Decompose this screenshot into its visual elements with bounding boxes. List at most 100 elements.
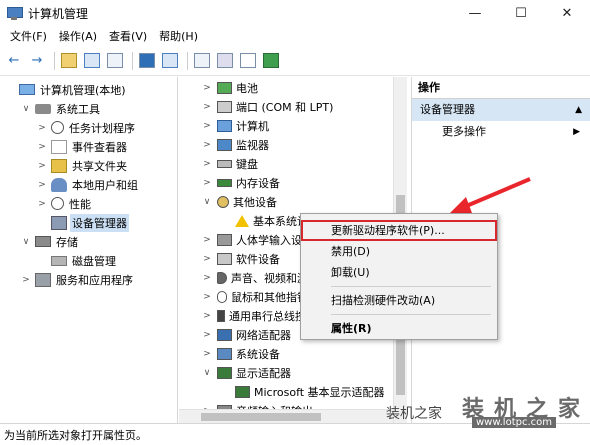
maximize-button[interactable]: ☐ — [498, 0, 544, 26]
horizontal-scrollbar[interactable] — [179, 409, 393, 423]
context-menu-item[interactable]: 更新驱动程序软件(P)... — [301, 220, 497, 241]
device-label: 监视器 — [236, 139, 269, 152]
uninstall-device-icon[interactable] — [238, 51, 258, 71]
back-arrow-icon[interactable]: ← — [4, 51, 24, 71]
display-device-icon — [217, 367, 232, 379]
expand-toggle-icon[interactable]: > — [201, 178, 213, 188]
tree-item-label: 磁盘管理 — [72, 254, 116, 268]
expand-toggle-icon[interactable]: > — [36, 161, 48, 171]
device-category-row[interactable]: > 系统设备 — [201, 344, 280, 364]
other-device-icon — [217, 196, 229, 208]
collapse-arrow-icon[interactable]: ▲ — [575, 99, 582, 121]
expand-toggle-icon[interactable]: ∨ — [201, 197, 213, 207]
computer-management-icon — [6, 5, 23, 21]
more-actions-item[interactable]: 更多操作 ▶ — [412, 121, 590, 143]
expand-toggle-icon[interactable]: > — [201, 330, 213, 340]
window-title: 计算机管理 — [28, 6, 89, 21]
device-category-row[interactable]: > 端口 (COM 和 LPT) — [201, 97, 333, 117]
up-folder-icon[interactable] — [59, 51, 79, 71]
context-menu-item[interactable]: 属性(R) — [301, 318, 497, 339]
menu-separator — [331, 286, 491, 287]
expand-toggle-icon[interactable]: ∨ — [201, 368, 213, 378]
actions-section-device-manager[interactable]: 设备管理器 ▲ — [412, 99, 590, 121]
clock-icon — [51, 121, 64, 134]
tree-item[interactable]: > 任务计划程序 — [36, 118, 137, 137]
expand-toggle-icon[interactable]: > — [36, 123, 48, 133]
perf-icon — [51, 197, 64, 210]
tree-item-label: 存储 — [56, 235, 78, 249]
expand-toggle-icon[interactable]: ∨ — [20, 237, 32, 247]
forward-arrow-icon[interactable]: → — [27, 51, 47, 71]
expand-toggle-icon[interactable]: > — [20, 275, 32, 285]
expand-toggle-icon[interactable]: > — [201, 83, 213, 93]
expand-toggle-icon[interactable]: > — [201, 235, 213, 245]
tree-item[interactable]: 磁盘管理 — [36, 251, 118, 270]
menu-action[interactable]: 操作(A) — [53, 28, 103, 44]
display-device-icon — [235, 386, 250, 398]
export-list-icon[interactable] — [105, 51, 125, 71]
tree-item[interactable]: 设备管理器 — [36, 213, 129, 232]
expand-toggle-icon[interactable]: > — [201, 273, 213, 283]
expand-toggle-icon[interactable]: > — [36, 142, 48, 152]
tree-item[interactable]: > 本地用户和组 — [36, 175, 140, 194]
sw-device-icon — [217, 253, 232, 265]
users-icon — [51, 177, 67, 192]
update-driver-icon[interactable] — [261, 51, 281, 71]
device-category-row[interactable]: > 软件设备 — [201, 249, 280, 269]
expand-toggle-icon[interactable]: > — [201, 121, 213, 131]
title-bar: 计算机管理 — ☐ ✕ — [0, 0, 590, 26]
disable-device-icon[interactable] — [215, 51, 235, 71]
device-label: 显示适配器 — [236, 367, 291, 380]
context-menu-item[interactable]: 卸载(U) — [301, 262, 497, 283]
minimize-button[interactable]: — — [452, 0, 498, 26]
device-category-row[interactable]: > 内存设备 — [201, 173, 280, 193]
show-hide-tree-icon[interactable] — [82, 51, 102, 71]
log-icon — [51, 139, 67, 154]
menu-file[interactable]: 文件(F) — [4, 28, 53, 44]
device-category-row[interactable]: ∨ 其他设备 — [201, 192, 277, 212]
expand-toggle-icon[interactable]: > — [36, 199, 48, 209]
expand-toggle-icon[interactable]: ∨ — [20, 104, 32, 114]
help-icon[interactable] — [137, 51, 157, 71]
device-category-row[interactable]: > 网络适配器 — [201, 325, 291, 345]
actions-header: 操作 — [412, 77, 590, 99]
monitor-icon — [19, 84, 35, 95]
close-button[interactable]: ✕ — [544, 0, 590, 26]
expand-toggle-icon[interactable]: > — [201, 311, 213, 321]
tree-item[interactable]: ∨ 系统工具 — [20, 99, 102, 118]
menu-view[interactable]: 查看(V) — [103, 28, 153, 44]
tree-item[interactable]: ∨ 存储 — [20, 232, 80, 251]
expand-toggle-icon[interactable]: > — [201, 292, 213, 302]
menu-separator — [331, 314, 491, 315]
tree-item[interactable]: > 服务和应用程序 — [20, 270, 135, 289]
device-category-row[interactable]: Microsoft 基本显示适配器 — [219, 382, 385, 402]
device-category-row[interactable]: > 计算机 — [201, 116, 269, 136]
expand-toggle-icon[interactable]: > — [201, 102, 213, 112]
hscrollbar-thumb[interactable] — [201, 413, 321, 421]
tree-item[interactable]: > 事件查看器 — [36, 137, 129, 156]
context-menu-item[interactable]: 禁用(D) — [301, 241, 497, 262]
tree-item-label: 设备管理器 — [70, 213, 129, 232]
tree-item-label: 共享文件夹 — [72, 159, 127, 173]
context-menu-item[interactable]: 扫描检测硬件改动(A) — [301, 290, 497, 311]
device-category-row[interactable]: ∨ 显示适配器 — [201, 363, 291, 383]
device-label: 软件设备 — [236, 253, 280, 266]
scan-hardware-icon[interactable] — [192, 51, 212, 71]
tree-item[interactable]: > 共享文件夹 — [36, 156, 129, 175]
computer-device-icon — [217, 120, 232, 132]
expand-toggle-icon[interactable]: > — [201, 159, 213, 169]
menu-help[interactable]: 帮助(H) — [153, 28, 204, 44]
tree-item[interactable]: 计算机管理(本地) — [4, 80, 128, 99]
status-text: 为当前所选对象打开属性页。 — [4, 428, 147, 442]
device-category-row[interactable]: > 键盘 — [201, 154, 258, 174]
device-category-row[interactable]: > 人体学输入设备 — [201, 230, 313, 250]
battery-device-icon — [217, 82, 232, 94]
expand-toggle-icon[interactable]: > — [201, 140, 213, 150]
expand-toggle-icon[interactable]: > — [201, 254, 213, 264]
device-category-row[interactable]: > 监视器 — [201, 135, 269, 155]
action-pane-icon[interactable] — [160, 51, 180, 71]
expand-toggle-icon[interactable]: > — [36, 180, 48, 190]
device-category-row[interactable]: > 电池 — [201, 78, 258, 98]
expand-toggle-icon[interactable]: > — [201, 349, 213, 359]
tree-item[interactable]: > 性能 — [36, 194, 93, 213]
